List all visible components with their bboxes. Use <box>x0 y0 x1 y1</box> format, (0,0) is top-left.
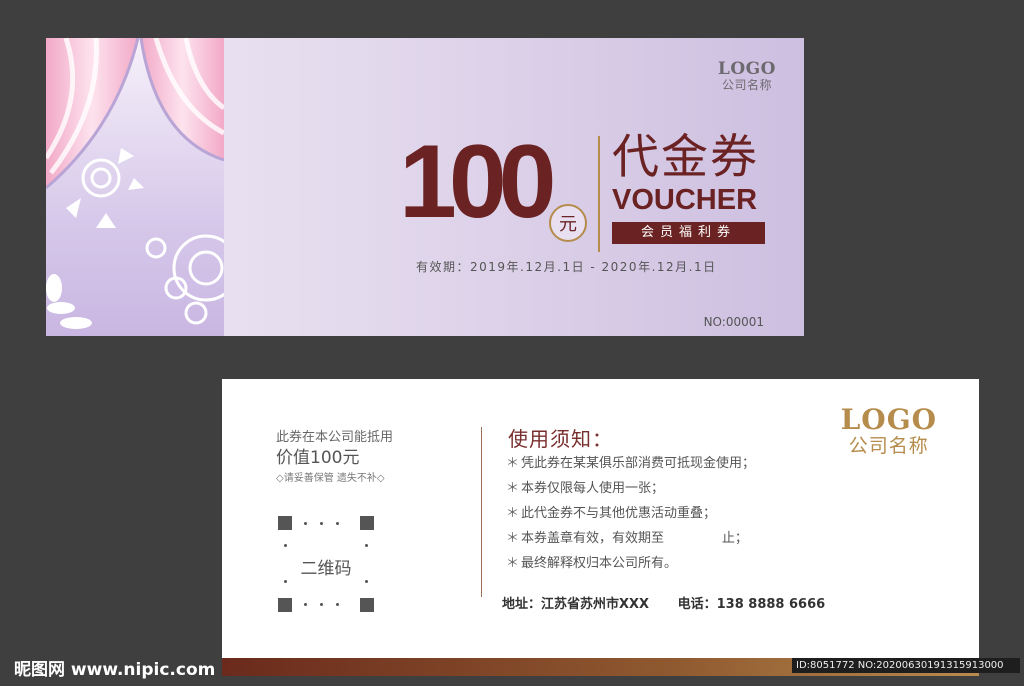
voucher-front: LOGO 公司名称 100 元 代金券 VOUCHER 会员福利券 有效期：20… <box>46 38 804 336</box>
usage-value: 价值100元 <box>276 448 360 468</box>
logo-text: LOGO <box>840 403 937 436</box>
rule-item: 凭此券在某某俱乐部消费可抵现金使用； <box>506 451 755 476</box>
phone: 电话：138 8888 6666 <box>677 597 826 612</box>
keep-safe-note: ◇请妥善保管 遗失不补◇ <box>276 473 385 484</box>
rule-item: 最终解释权归本公司所有。 <box>506 551 755 576</box>
decorative-panel <box>46 38 224 336</box>
voucher-title-cn: 代金券 <box>612 130 759 185</box>
voucher-amount: 100 <box>399 124 557 240</box>
rule-item: 本券仅限每人使用一张； <box>506 476 755 501</box>
validity-period: 有效期：2019年.12月.1日 - 2020年.12月.1日 <box>416 260 717 274</box>
company-name: 公司名称 <box>721 78 772 92</box>
vertical-divider <box>481 427 482 597</box>
currency-badge: 元 <box>549 204 587 242</box>
site-watermark: 昵图网 www.nipic.com <box>14 660 216 680</box>
contact-info: 地址：江苏省苏州市XXX 电话：138 8888 6666 <box>502 593 849 612</box>
rule-item: 本券盖章有效，有效期至 止； <box>506 526 755 551</box>
member-label: 会员福利券 <box>612 222 765 244</box>
company-logo: LOGO 公司名称 <box>718 60 776 93</box>
address: 地址：江苏省苏州市XXX <box>502 597 650 612</box>
usage-rules: 凭此券在某某俱乐部消费可抵现金使用； 本券仅限每人使用一张； 此代金券不与其他优… <box>506 451 755 576</box>
company-name: 公司名称 <box>848 435 929 457</box>
curtain-flower-decoration <box>46 38 224 329</box>
gold-divider <box>598 136 600 252</box>
voucher-title-en: VOUCHER <box>612 184 758 216</box>
serial-number: NO:00001 <box>703 315 764 329</box>
notice-title: 使用须知： <box>508 427 613 451</box>
image-id: ID:8051772 NO:20200630191315913000 <box>792 658 1020 673</box>
voucher-back: 此券在本公司能抵用 价值100元 ◇请妥善保管 遗失不补◇ 二维码 使用须知： … <box>222 379 979 676</box>
qr-label: 二维码 <box>300 559 352 579</box>
logo-text: LOGO <box>717 59 776 79</box>
rule-item: 此代金券不与其他优惠活动重叠； <box>506 501 755 526</box>
qr-code-placeholder: 二维码 <box>278 516 374 612</box>
company-logo-back: LOGO 公司名称 <box>840 403 937 458</box>
